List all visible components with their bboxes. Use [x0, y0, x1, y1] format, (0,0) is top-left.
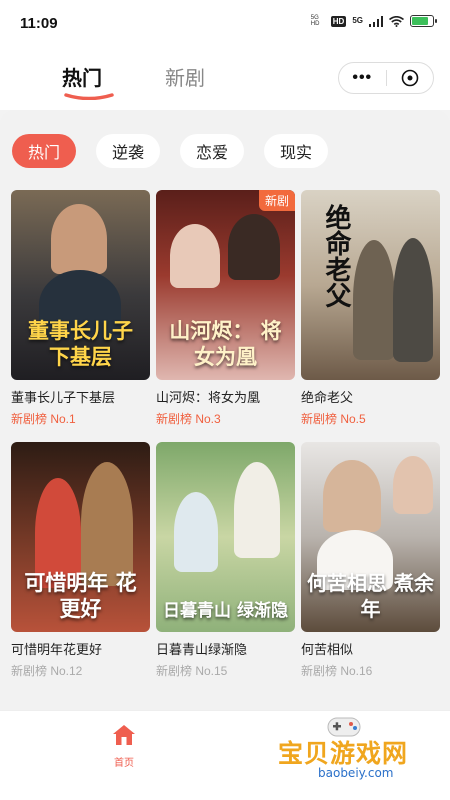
drama-poster[interactable]: 董事长儿子 下基层 — [11, 190, 150, 380]
drama-rank: 新剧榜 No.5 — [301, 412, 366, 426]
drama-poster[interactable]: 日暮青山 绿渐隐 — [156, 442, 295, 632]
drama-card[interactable]: 山河烬： 将女为凰 新剧 山河烬：将女为凰 新剧榜 No.3 — [156, 190, 295, 427]
site-watermark: 宝贝游戏网 baobeiy.com — [272, 712, 432, 792]
drama-card[interactable]: 绝命老父 绝命老父 新剧榜 No.5 — [301, 190, 440, 427]
drama-title: 绝命老父 — [301, 390, 354, 405]
status-bar: 11:09 5G HD HD 5G — [0, 0, 450, 44]
drama-poster[interactable]: 山河烬： 将女为凰 新剧 — [156, 190, 295, 380]
poster-figure — [81, 462, 133, 586]
drama-rank: 新剧榜 No.1 — [11, 412, 76, 426]
signal-icon — [369, 15, 383, 27]
poster-title-art: 日暮青山 绿渐隐 — [163, 601, 288, 621]
hd-icon: HD — [330, 15, 347, 27]
content-area: 热门 逆袭 恋爱 现实 董事长儿子 下基层 董事长儿子下基层 新剧榜 No.1 … — [0, 110, 450, 710]
close-circle-icon — [401, 69, 419, 87]
poster-title-art: 可惜明年 花更好 — [24, 570, 137, 621]
drama-title: 日暮青山绿渐隐 — [156, 642, 248, 657]
tab-hot[interactable]: 热门 — [62, 62, 102, 91]
home-icon — [113, 725, 135, 745]
poster-figure — [393, 238, 433, 362]
top-nav: 热门 新剧 ••• — [0, 44, 450, 110]
drama-poster[interactable]: 绝命老父 — [301, 190, 440, 380]
drama-title: 山河烬：将女为凰 — [156, 390, 261, 405]
poster-title-art: 董事长儿子 下基层 — [28, 318, 133, 369]
poster-figure — [51, 204, 107, 274]
drama-card[interactable]: 董事长儿子 下基层 董事长儿子下基层 新剧榜 No.1 — [11, 190, 150, 427]
poster-figure — [353, 240, 395, 360]
drama-title: 可惜明年花更好 — [11, 642, 103, 657]
poster-figure — [234, 462, 280, 558]
miniprogram-capsule: ••• — [338, 62, 434, 94]
chip-counterattack[interactable]: 逆袭 — [96, 134, 161, 168]
drama-title: 董事长儿子下基层 — [11, 390, 116, 405]
active-tab-underline — [64, 93, 114, 100]
poster-title-art: 山河烬： 将女为凰 — [169, 318, 282, 369]
drama-title: 何苦相似 — [301, 642, 354, 657]
poster-figure — [323, 460, 381, 532]
tab-new[interactable]: 新剧 — [165, 62, 205, 91]
drama-rank: 新剧榜 No.16 — [301, 664, 373, 678]
nav-home-label: 首页 — [114, 758, 134, 769]
chip-romance[interactable]: 恋爱 — [180, 134, 245, 168]
category-chips: 热门 逆袭 恋爱 现实 — [12, 134, 329, 168]
drama-rank: 新剧榜 No.12 — [11, 664, 83, 678]
poster-title-art: 绝命老父 — [321, 204, 351, 308]
drama-card[interactable]: 日暮青山 绿渐隐 日暮青山绿渐隐 新剧榜 No.15 — [156, 442, 295, 679]
drama-card[interactable]: 何苦相思 煮余年 何苦相似 新剧榜 No.16 — [301, 442, 440, 679]
drama-card[interactable]: 可惜明年 花更好 可惜明年花更好 新剧榜 No.12 — [11, 442, 150, 679]
battery-icon — [410, 15, 437, 27]
drama-rank: 新剧榜 No.15 — [156, 664, 228, 678]
poster-title-art: 何苦相思 煮余年 — [307, 571, 434, 621]
wifi-icon — [389, 15, 404, 27]
more-button[interactable]: ••• — [339, 69, 386, 87]
watermark-url: baobeiy.com — [318, 766, 394, 780]
network-mini-text: 5G HD — [310, 15, 320, 27]
poster-figure — [393, 456, 433, 514]
status-time: 11:09 — [20, 15, 58, 32]
poster-figure — [174, 492, 218, 572]
chip-hot[interactable]: 热门 — [12, 134, 77, 168]
drama-poster[interactable]: 可惜明年 花更好 — [11, 442, 150, 632]
close-button[interactable] — [386, 69, 433, 87]
5g-icon: 5G — [352, 16, 363, 25]
drama-rank: 新剧榜 No.3 — [156, 412, 221, 426]
poster-figure — [228, 214, 280, 280]
new-badge: 新剧 — [258, 190, 295, 211]
nav-home[interactable]: 首页 — [104, 723, 144, 769]
watermark-text: 宝贝游戏网 — [278, 739, 409, 768]
chip-reality[interactable]: 现实 — [264, 134, 329, 168]
poster-figure — [170, 224, 220, 288]
status-icons: 5G HD HD 5G — [310, 15, 437, 27]
drama-poster[interactable]: 何苦相思 煮余年 — [301, 442, 440, 632]
